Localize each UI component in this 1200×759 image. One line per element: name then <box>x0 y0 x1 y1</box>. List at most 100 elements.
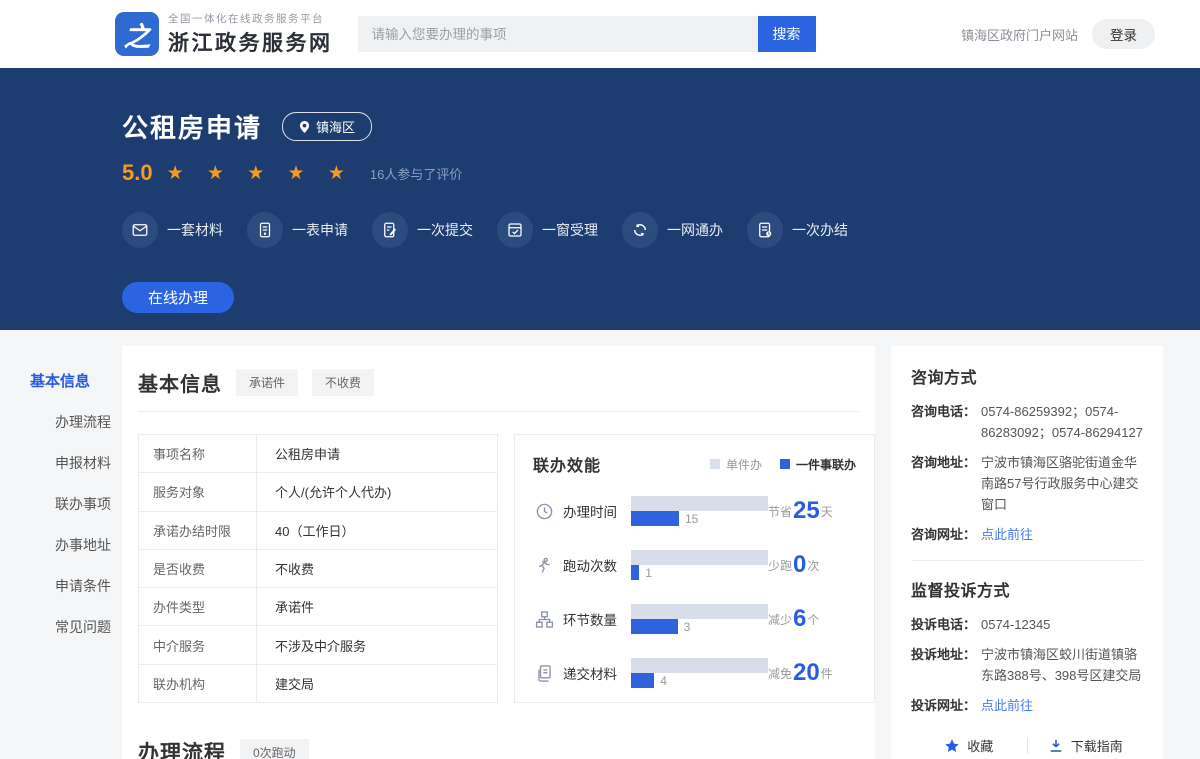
basic-info-title: 基本信息 <box>138 368 222 397</box>
row-value: 宁波市镇海区骆驼街道金华南路57号行政服务中心建交窗口 <box>981 452 1143 515</box>
favorite-button[interactable]: 收藏 <box>911 736 1027 755</box>
go-there-link[interactable]: 点此前往 <box>981 524 1033 545</box>
nav-item-basic-info[interactable]: 基本信息 <box>30 370 122 391</box>
row-value: 不涉及中介服务 <box>257 626 498 664</box>
process-title: 办理流程 <box>138 737 226 759</box>
search-input[interactable] <box>358 16 758 52</box>
complaint-phone-row: 投诉电话： 0574-12345 <box>911 614 1143 635</box>
search-button[interactable]: 搜索 <box>758 16 816 52</box>
legend-single: 单件办 <box>710 456 762 473</box>
login-button[interactable]: 登录 <box>1092 19 1155 49</box>
table-row: 承诺办结时限40（工作日） <box>139 511 498 549</box>
complaint-website-row: 投诉网址： 点此前往 <box>911 695 1143 716</box>
efficiency-title: 联办效能 <box>533 452 601 476</box>
site-logo[interactable]: 之 全国一体化在线政务服务平台 浙江政务服务网 <box>115 11 333 57</box>
row-value: 宁波市镇海区蛟川街道镇骆东路388号、398号区建交局 <box>981 644 1143 686</box>
bar-joint <box>631 511 679 526</box>
chart-row-label: 递交材料 <box>563 663 627 683</box>
bar-joint <box>631 565 639 580</box>
row-label: 投诉电话： <box>911 614 981 635</box>
nav-item-process[interactable]: 办理流程 <box>30 412 122 432</box>
bar-joint <box>631 673 654 688</box>
platform-tagline: 全国一体化在线政务服务平台 <box>168 11 333 26</box>
rating-stars-icon: ★ ★ ★ ★ ★ <box>167 162 354 185</box>
row-label: 是否收费 <box>139 549 257 587</box>
section-nav: 基本信息 办理流程 申报材料 联办事项 办事地址 申请条件 常见问题 <box>30 346 122 658</box>
bar-value: 4 <box>660 674 667 688</box>
rating-score: 5.0 <box>122 160 153 186</box>
feature-label: 一次办结 <box>792 220 848 240</box>
download-icon <box>1048 738 1064 754</box>
saving-label: 减少6个 <box>768 605 856 633</box>
feature-item: 一次提交 <box>372 212 473 248</box>
clock-icon <box>533 502 555 521</box>
portal-link[interactable]: 镇海区政府门户网站 <box>961 25 1078 44</box>
download-guide-button[interactable]: 下载指南 <box>1028 736 1144 755</box>
form-icon <box>247 212 283 248</box>
table-row: 是否收费不收费 <box>139 549 498 587</box>
feature-label: 一网通办 <box>667 220 723 240</box>
row-value: 个人/(允许个人代办) <box>257 473 498 511</box>
logo-icon: 之 <box>115 12 159 56</box>
nav-item-materials[interactable]: 申报材料 <box>30 453 122 473</box>
saving-label: 少跑0次 <box>768 551 856 579</box>
free-badge: 不收费 <box>312 369 374 396</box>
row-value: 建交局 <box>257 664 498 702</box>
divider <box>138 411 859 412</box>
promise-badge: 承诺件 <box>236 369 298 396</box>
row-label: 投诉网址： <box>911 695 981 716</box>
saving-label: 减免20件 <box>768 659 856 687</box>
online-apply-button[interactable]: 在线办理 <box>122 282 234 313</box>
edit-doc-icon <box>372 212 408 248</box>
legend-square-gray <box>710 459 720 469</box>
top-bar: 之 全国一体化在线政务服务平台 浙江政务服务网 搜索 镇海区政府门户网站 登录 <box>0 0 1200 68</box>
table-row: 服务对象个人/(允许个人代办) <box>139 473 498 511</box>
bar-value: 3 <box>684 620 691 634</box>
chart-row-time: 办理时间 15 节省25天 <box>533 492 856 530</box>
bar-single <box>631 496 768 511</box>
star-icon <box>944 738 960 754</box>
download-label: 下载指南 <box>1071 736 1123 755</box>
table-row: 联办机构建交局 <box>139 664 498 702</box>
consult-website-row: 咨询网址： 点此前往 <box>911 524 1143 545</box>
flow-icon <box>533 610 555 629</box>
chart-row-materials: 递交材料 4 减免20件 <box>533 654 856 692</box>
nav-item-joint-items[interactable]: 联办事项 <box>30 494 122 514</box>
row-label: 服务对象 <box>139 473 257 511</box>
chart-row-trips: 跑动次数 1 少跑0次 <box>533 546 856 584</box>
consult-phone-row: 咨询电话： 0574-86259392；0574-86283092；0574-8… <box>911 401 1143 443</box>
page-title: 公租房申请 <box>122 108 262 145</box>
consult-title: 咨询方式 <box>911 364 1143 388</box>
row-value: 0574-12345 <box>981 614 1050 635</box>
chart-row-steps: 环节数量 3 减少6个 <box>533 600 856 638</box>
window-check-icon <box>497 212 533 248</box>
chart-legend: 单件办 一件事联办 <box>692 456 856 473</box>
envelope-icon <box>122 212 158 248</box>
row-label: 事项名称 <box>139 435 257 473</box>
row-label: 咨询网址： <box>911 524 981 545</box>
row-label: 中介服务 <box>139 626 257 664</box>
divider <box>911 560 1143 561</box>
search-box: 搜索 <box>358 16 816 52</box>
district-badge[interactable]: 镇海区 <box>282 112 372 141</box>
legend-square-blue <box>780 459 790 469</box>
row-label: 投诉地址： <box>911 644 981 686</box>
row-label: 承诺办结时限 <box>139 511 257 549</box>
nav-item-faq[interactable]: 常见问题 <box>30 617 122 637</box>
feature-item: 一窗受理 <box>497 212 598 248</box>
doc-bell-icon <box>747 212 783 248</box>
network-icon <box>622 212 658 248</box>
nav-item-address[interactable]: 办事地址 <box>30 535 122 555</box>
bar-value: 15 <box>685 512 698 526</box>
district-label: 镇海区 <box>316 117 355 136</box>
rating-count: 16人参与了评价 <box>370 164 462 183</box>
feature-label: 一窗受理 <box>542 220 598 240</box>
table-row: 事项名称公租房申请 <box>139 435 498 473</box>
legend-joint: 一件事联办 <box>780 456 856 473</box>
complaint-title: 监督投诉方式 <box>911 577 1143 601</box>
go-there-link[interactable]: 点此前往 <box>981 695 1033 716</box>
nav-item-conditions[interactable]: 申请条件 <box>30 576 122 596</box>
feature-item: 一次办结 <box>747 212 848 248</box>
bar-single <box>631 604 768 619</box>
row-value: 承诺件 <box>257 588 498 626</box>
